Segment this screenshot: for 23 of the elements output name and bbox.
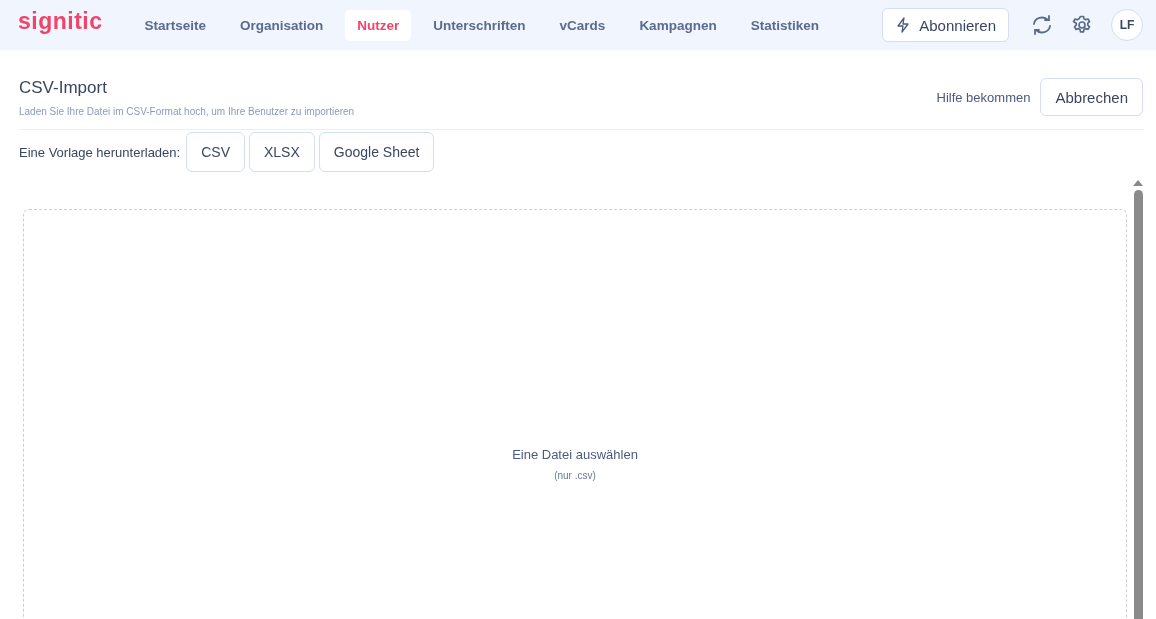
template-download-button[interactable]: CSV: [186, 132, 245, 172]
settings-icon[interactable]: [1072, 15, 1092, 35]
template-download-button[interactable]: XLSX: [249, 132, 315, 172]
file-dropzone[interactable]: Eine Datei auswählen (nur .csv): [23, 209, 1127, 619]
nav-tab[interactable]: Kampagnen: [627, 9, 729, 41]
nav-tab[interactable]: Statistiken: [738, 9, 831, 41]
template-label: Eine Vorlage herunterladen:: [19, 144, 181, 160]
refresh-icon[interactable]: [1031, 15, 1053, 35]
scrollbar[interactable]: [1133, 180, 1143, 619]
help-link[interactable]: Hilfe bekommen: [936, 89, 1031, 105]
nav-tab[interactable]: Organisation: [228, 9, 336, 41]
cancel-button[interactable]: Abbrechen: [1040, 78, 1143, 116]
nav-tab[interactable]: vCards: [547, 9, 618, 41]
template-download-button[interactable]: Google Sheet: [318, 132, 435, 172]
nav-tab[interactable]: Unterschriften: [421, 9, 538, 41]
nav-tab[interactable]: Nutzer: [345, 9, 412, 41]
dropzone-title: Eine Datei auswählen: [512, 447, 638, 462]
nav-tab[interactable]: Startseite: [132, 9, 219, 41]
dropzone-hint: (nur .csv): [554, 470, 596, 481]
user-avatar[interactable]: LF: [1111, 9, 1143, 41]
page-title: CSV-Import: [19, 78, 108, 98]
subscribe-button[interactable]: Abonnieren: [882, 8, 1009, 42]
page-subtitle: Laden Sie Ihre Datei im CSV-Format hoch, um Ihre Benutzer zu importieren: [19, 106, 355, 117]
